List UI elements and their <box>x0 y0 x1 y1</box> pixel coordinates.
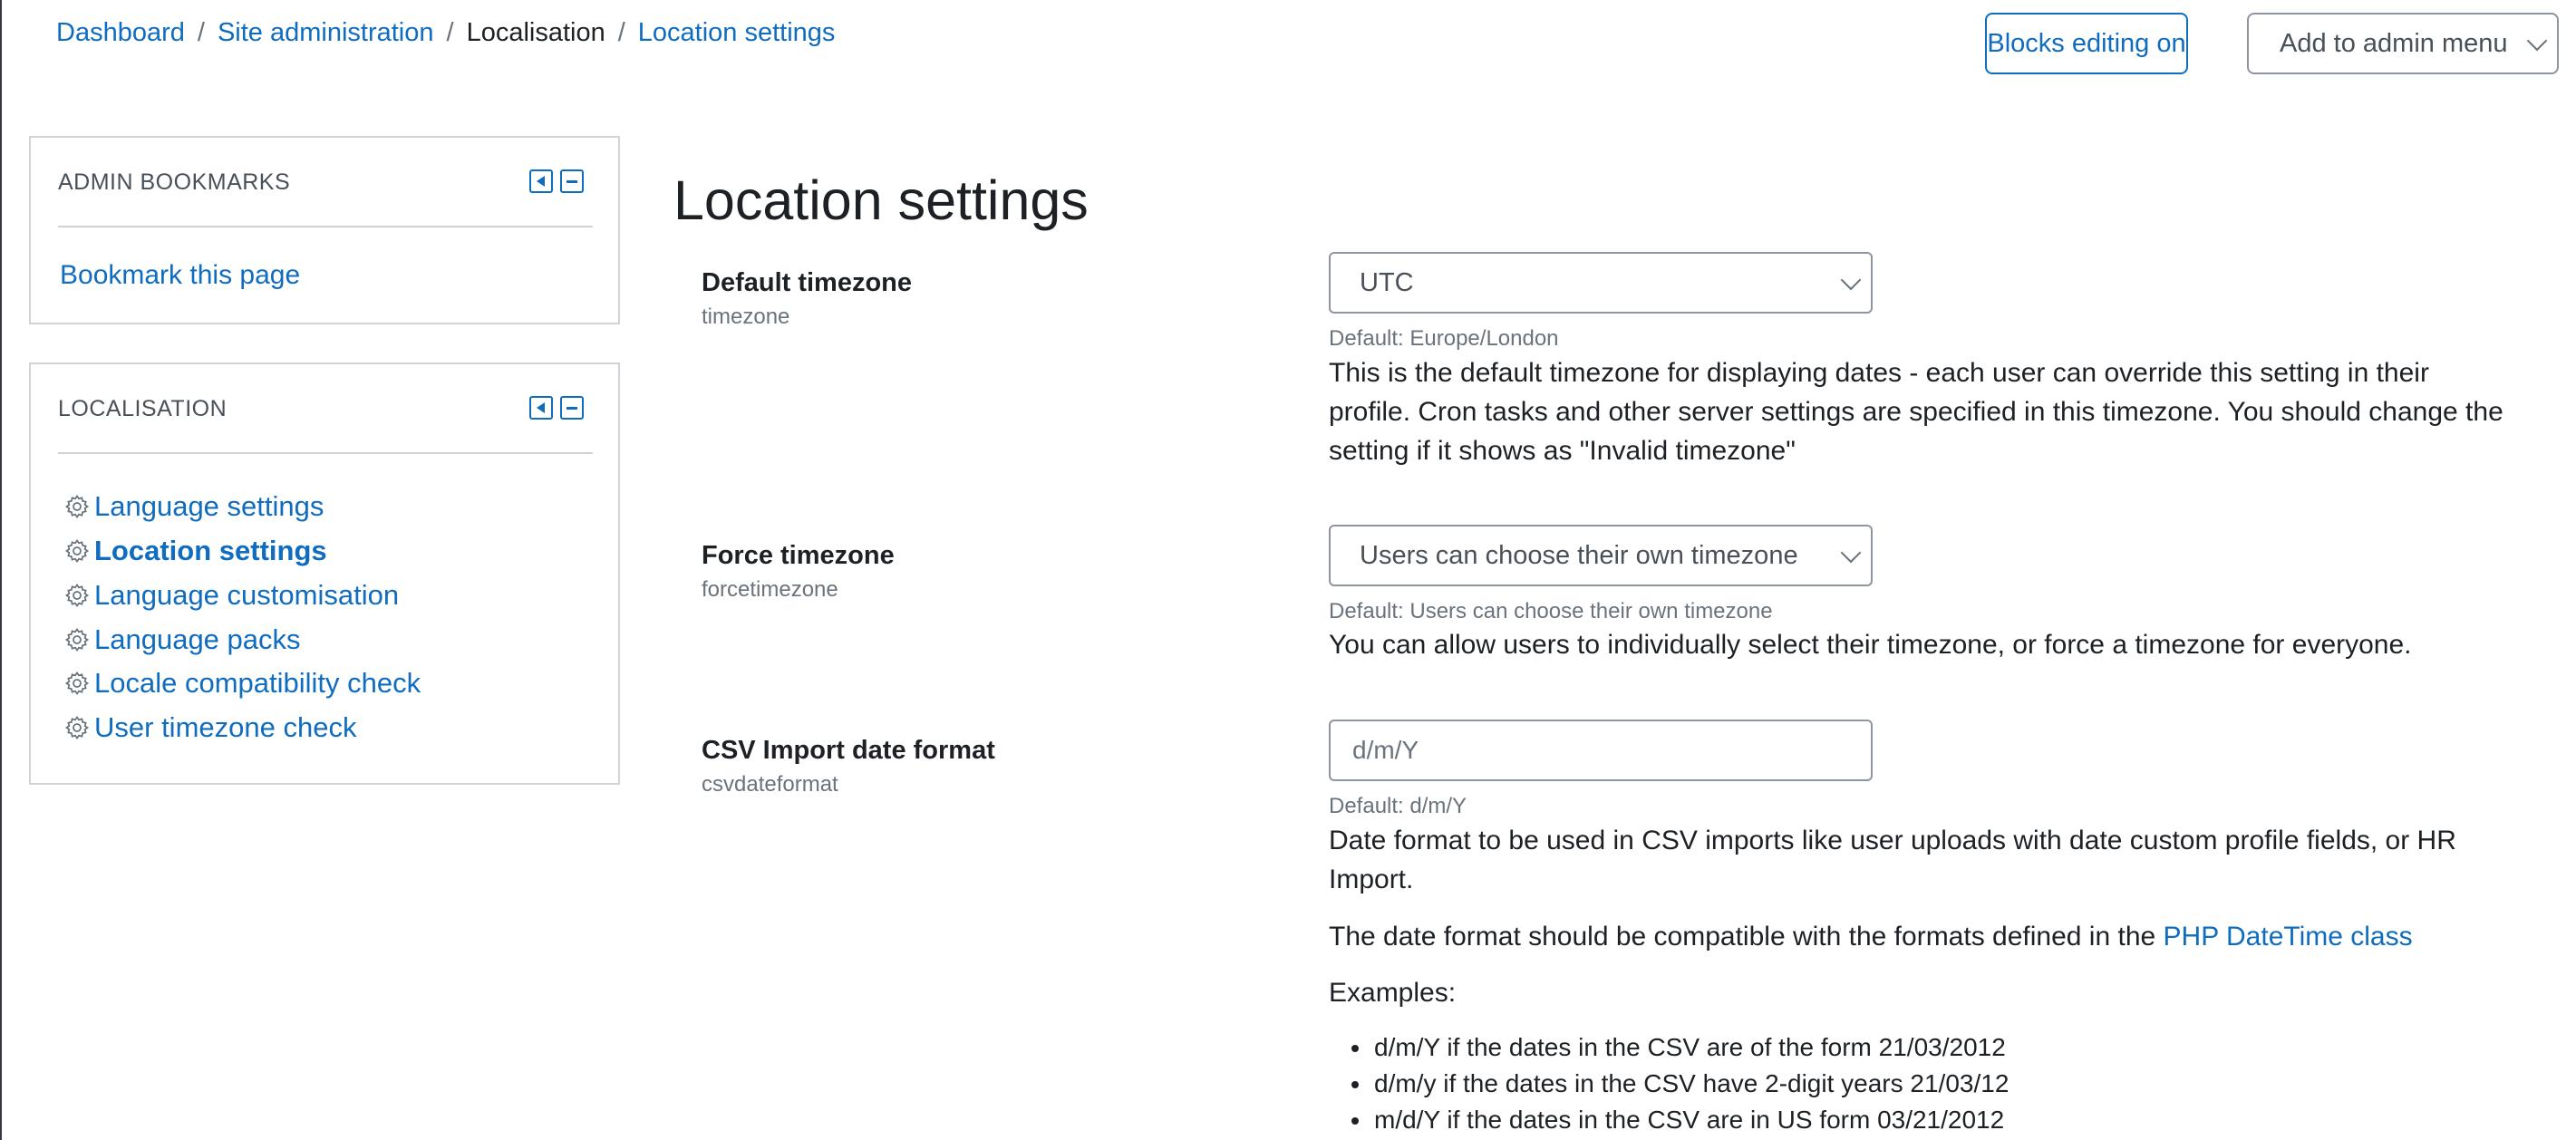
collapse-block-icon[interactable] <box>560 396 584 420</box>
csvdateformat-compat-note: The date format should be compatible wit… <box>1329 917 2507 956</box>
timezone-select[interactable]: UTC <box>1329 252 1873 314</box>
collapse-block-icon[interactable] <box>560 169 584 193</box>
block-divider <box>58 226 593 227</box>
gear-icon <box>64 671 90 696</box>
breadcrumb-separator: / <box>197 18 205 47</box>
breadcrumb-location-settings[interactable]: Location settings <box>638 18 836 48</box>
chevron-down-icon <box>2526 30 2548 52</box>
nav-item-label: Language customisation <box>94 579 400 611</box>
block-controls <box>529 396 584 420</box>
nav-language-settings[interactable]: Language settings <box>63 490 324 523</box>
nav-item-label: Location settings <box>94 535 327 566</box>
add-to-admin-menu-value: Add to admin menu <box>2280 28 2508 58</box>
breadcrumb-dashboard[interactable]: Dashboard <box>56 18 185 48</box>
bookmark-this-page-link[interactable]: Bookmark this page <box>60 260 300 291</box>
nav-location-settings[interactable]: Location settings <box>63 535 327 567</box>
csvdateformat-default: Default: d/m/Y <box>1329 794 1467 818</box>
localisation-title: LOCALISATION <box>58 396 228 421</box>
nav-item-label: Language settings <box>94 490 324 522</box>
breadcrumb-separator: / <box>446 18 454 47</box>
forcetimezone-select-value: Users can choose their own timezone <box>1360 540 1798 570</box>
nav-item-label: Language packs <box>94 623 301 655</box>
setting-label-forcetimezone: Force timezone <box>702 541 895 570</box>
breadcrumb-site-administration[interactable]: Site administration <box>218 18 434 48</box>
localisation-block: LOCALISATION Language settings Location … <box>29 362 620 785</box>
setting-key-csvdateformat: csvdateformat <box>702 772 838 797</box>
csvdateformat-description: Date format to be used in CSV imports li… <box>1329 826 2456 894</box>
page-title: Location settings <box>673 169 1089 231</box>
breadcrumb: Dashboard / Site administration / Locali… <box>56 18 835 48</box>
block-controls <box>529 169 584 193</box>
chevron-down-icon <box>1840 269 1862 291</box>
csvdateformat-input[interactable]: d/m/Y <box>1329 720 1873 781</box>
setting-label-csvdateformat: CSV Import date format <box>702 736 995 765</box>
timezone-select-value: UTC <box>1360 267 1414 297</box>
gear-icon <box>64 715 90 740</box>
breadcrumb-localisation: Localisation <box>466 18 605 47</box>
chevron-down-icon <box>1840 542 1862 564</box>
gear-icon <box>64 583 90 608</box>
nav-item-label: Locale compatibility check <box>94 667 421 699</box>
timezone-default: Default: Europe/London <box>1329 326 1559 351</box>
setting-label-timezone: Default timezone <box>702 268 913 297</box>
dock-block-icon[interactable] <box>529 169 553 193</box>
gear-icon <box>64 494 90 519</box>
list-item: d/m/Y if the dates in the CSV are of the… <box>1372 1029 2009 1066</box>
add-to-admin-menu-select[interactable]: Add to admin menu <box>2247 13 2559 74</box>
dock-block-icon[interactable] <box>529 396 553 420</box>
gear-icon <box>64 627 90 652</box>
nav-language-packs[interactable]: Language packs <box>63 623 301 656</box>
nav-item-label: User timezone check <box>94 711 357 743</box>
blocks-editing-button[interactable]: Blocks editing on <box>1985 13 2188 74</box>
php-datetime-class-link[interactable]: PHP DateTime class <box>2164 922 2413 952</box>
compat-text: The date format should be compatible wit… <box>1329 922 2156 952</box>
window-edge <box>0 0 2 1140</box>
setting-key-forcetimezone: forcetimezone <box>702 577 838 602</box>
forcetimezone-description: You can allow users to individually sele… <box>1329 630 2412 660</box>
block-divider <box>58 452 593 454</box>
breadcrumb-separator: / <box>617 18 625 47</box>
forcetimezone-select[interactable]: Users can choose their own timezone <box>1329 525 1873 586</box>
nav-language-customisation[interactable]: Language customisation <box>63 579 399 612</box>
timezone-description: This is the default timezone for display… <box>1329 358 2503 466</box>
admin-bookmarks-title: ADMIN BOOKMARKS <box>58 169 291 195</box>
examples-list: d/m/Y if the dates in the CSV are of the… <box>1332 1029 2009 1138</box>
setting-key-timezone: timezone <box>702 304 790 329</box>
gear-icon <box>64 538 90 564</box>
forcetimezone-default: Default: Users can choose their own time… <box>1329 599 1773 623</box>
nav-locale-compatibility-check[interactable]: Locale compatibility check <box>63 667 421 700</box>
admin-bookmarks-block: ADMIN BOOKMARKS Bookmark this page <box>29 136 620 324</box>
list-item: m/d/Y if the dates in the CSV are in US … <box>1372 1102 2009 1138</box>
examples-label: Examples: <box>1329 978 1457 1008</box>
list-item: d/m/y if the dates in the CSV have 2-dig… <box>1372 1066 2009 1102</box>
nav-user-timezone-check[interactable]: User timezone check <box>63 711 356 744</box>
